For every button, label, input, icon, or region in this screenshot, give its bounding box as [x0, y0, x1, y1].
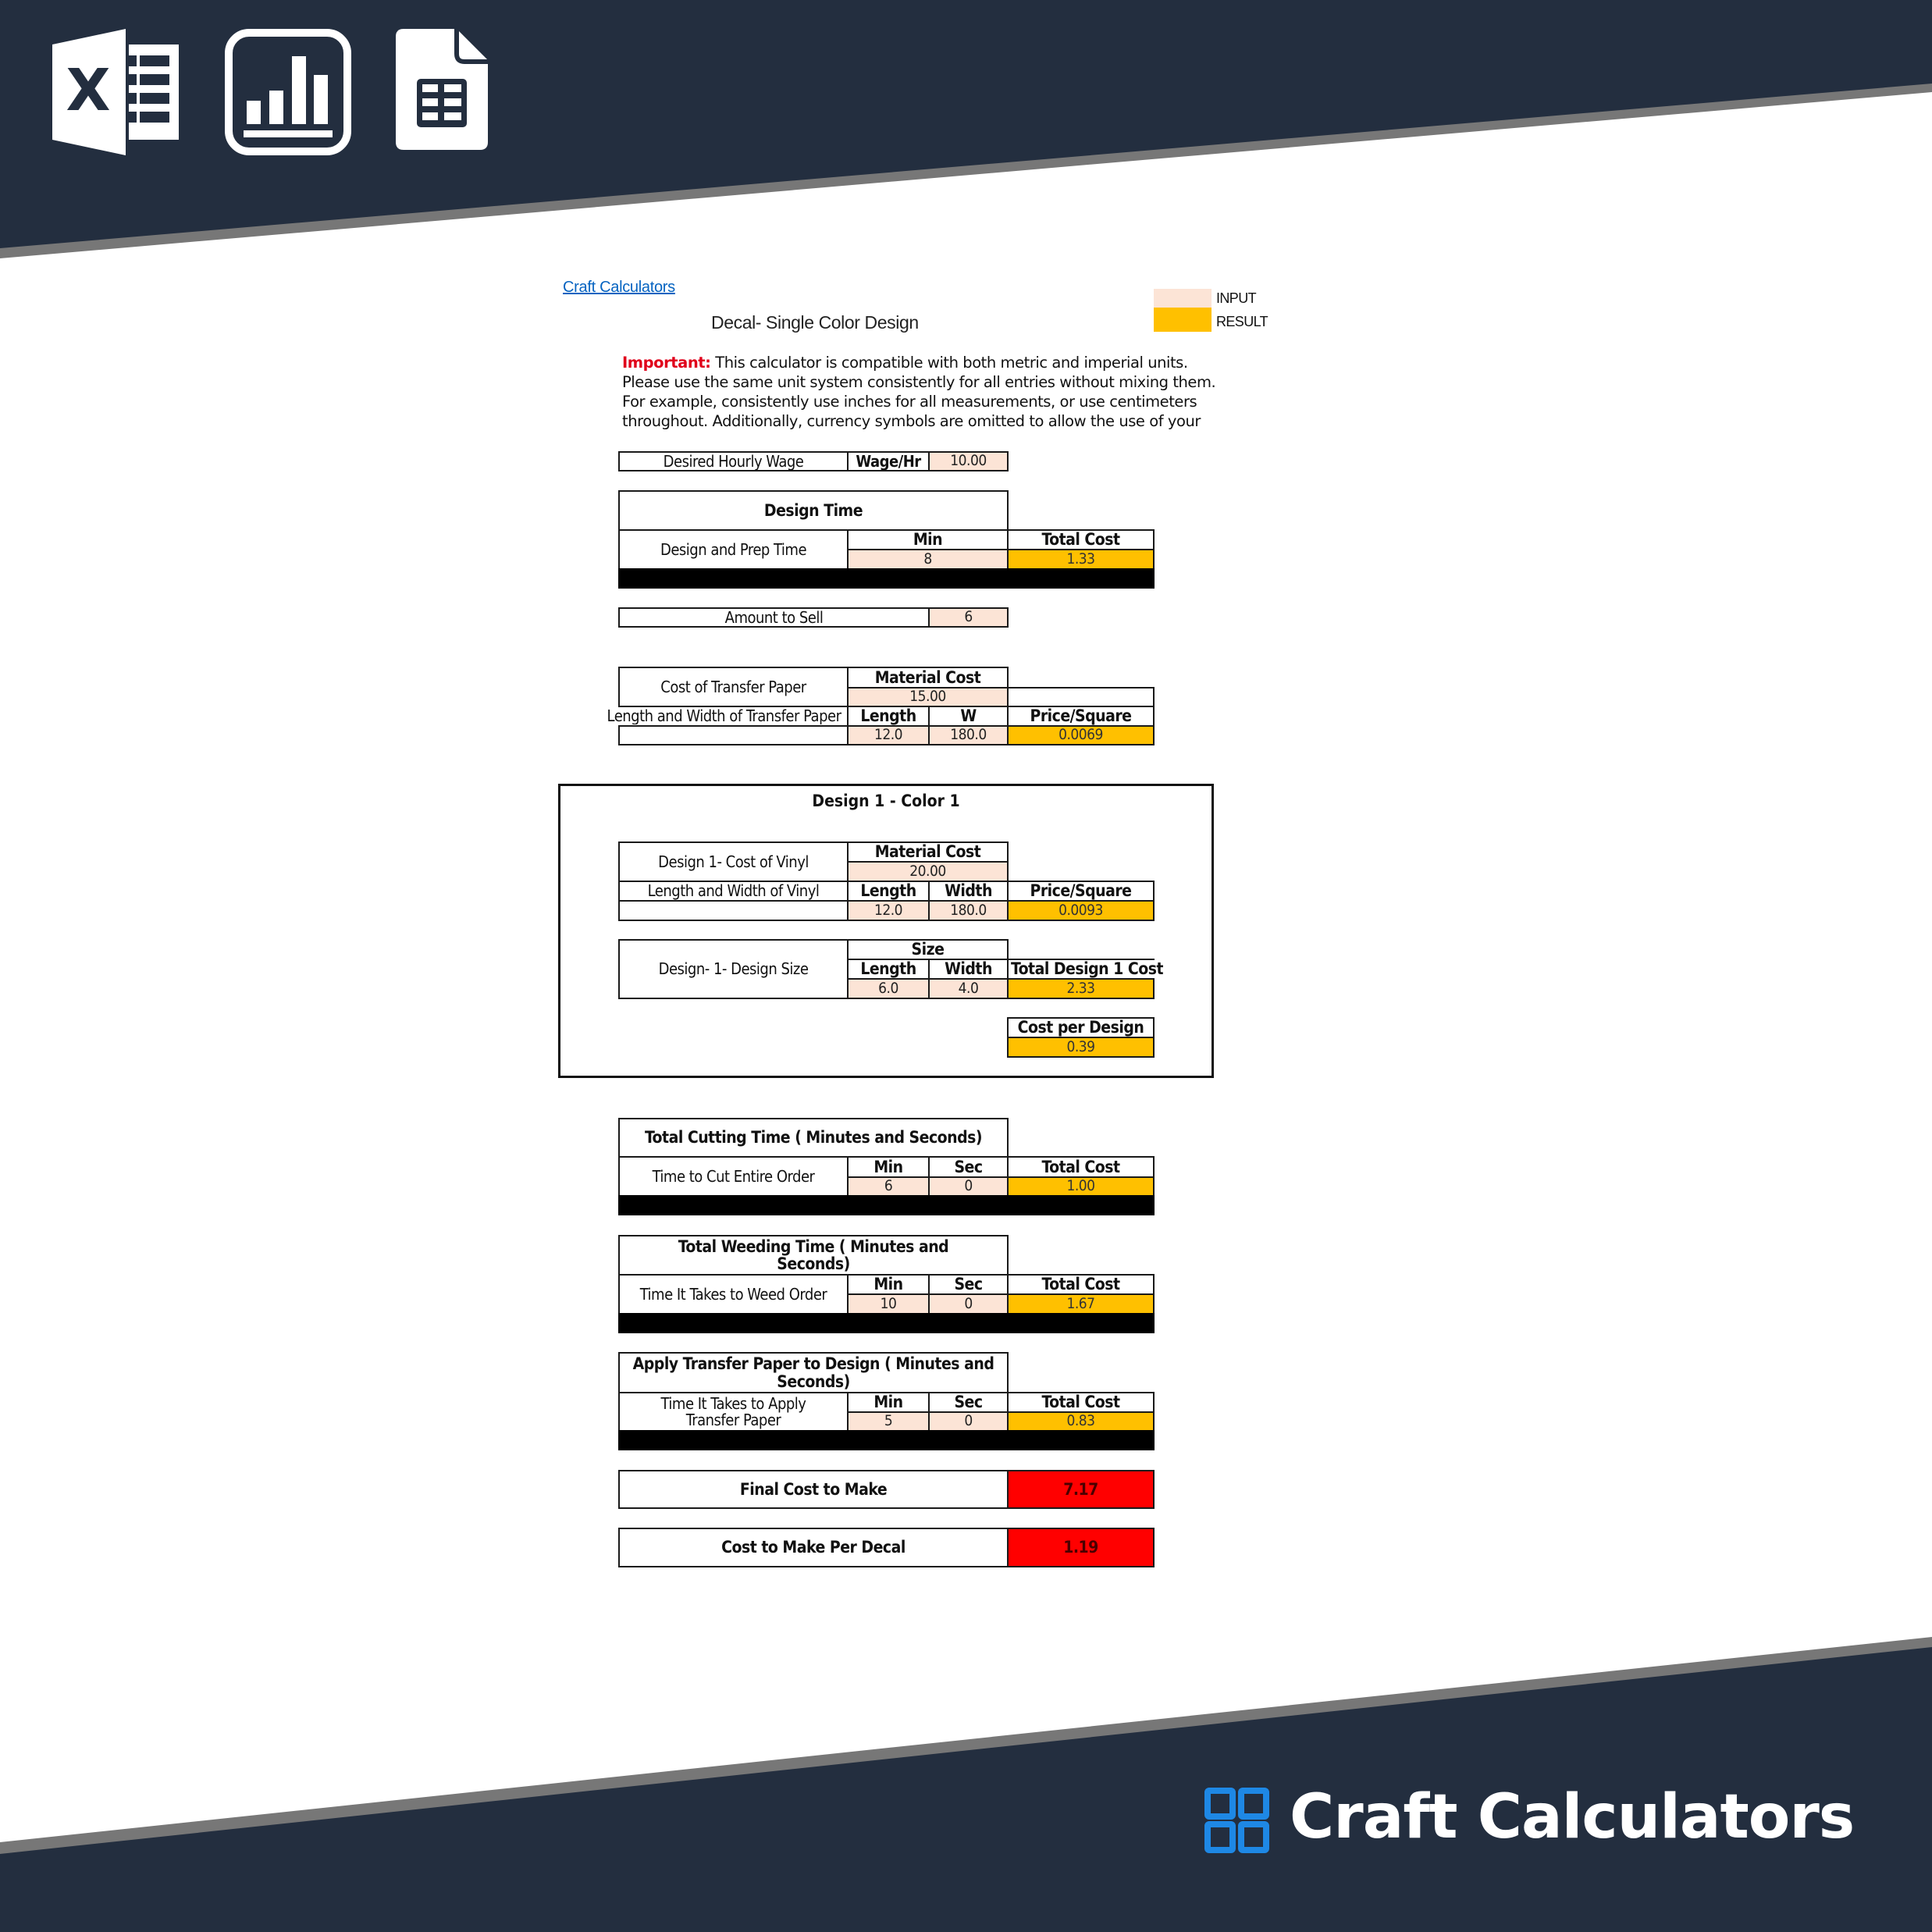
vinyl-material-cost-header: Material Cost — [847, 841, 1009, 863]
wage-input[interactable]: 10.00 — [928, 451, 1009, 471]
vinyl-length-input[interactable]: 12.0 — [847, 900, 930, 921]
apply-sec-header: Sec — [928, 1392, 1009, 1413]
weeding-time-title: Total Weeding Time ( Minutes and Seconds… — [618, 1235, 1009, 1276]
amount-to-sell-input[interactable]: 6 — [928, 607, 1009, 628]
transfer-price-per-square: 0.0069 — [1007, 725, 1155, 745]
vinyl-price-per-square: 0.0093 — [1007, 900, 1155, 921]
design-size-length-header: Length — [847, 959, 930, 980]
transfer-width-input[interactable]: 180.0 — [928, 725, 1009, 745]
transfer-length-header: Length — [847, 706, 930, 727]
important-label: Important: — [622, 354, 711, 372]
vinyl-cost-label: Design 1- Cost of Vinyl — [618, 841, 849, 882]
section-divider-bar — [618, 1313, 1155, 1333]
legend-result-label: RESULT — [1216, 314, 1268, 329]
svg-text:X: X — [66, 57, 110, 124]
vinyl-width-header: Width — [928, 881, 1009, 902]
transfer-paper-cost-label: Cost of Transfer Paper — [618, 667, 849, 707]
transfer-price-header: Price/Square — [1007, 706, 1155, 727]
apply-min-input[interactable]: 5 — [847, 1411, 930, 1432]
cutting-sec-input[interactable]: 0 — [928, 1176, 1009, 1197]
important-note: Important: This calculator is compatible… — [622, 353, 1216, 431]
design-time-total-cost: 1.33 — [1007, 549, 1155, 570]
weeding-min-input[interactable]: 10 — [847, 1293, 930, 1315]
section-divider-bar — [618, 1430, 1155, 1450]
section-divider-bar — [618, 1195, 1155, 1215]
vinyl-empty-label-cell — [618, 900, 849, 921]
transfer-empty-cell — [1007, 687, 1155, 707]
design-size-width-header: Width — [928, 959, 1009, 980]
google-sheets-icon — [396, 29, 488, 150]
important-line-3: For example, consistently use inches for… — [622, 393, 1197, 411]
cost-per-decal-label: Cost to Make Per Decal — [618, 1528, 1009, 1567]
important-line-4: throughout. Additionally, currency symbo… — [622, 412, 1201, 430]
footer-brand: Craft Calculators — [1290, 1782, 1855, 1852]
transfer-size-label: Length and Width of Transfer Paper — [601, 706, 849, 727]
transfer-material-cost-header: Material Cost — [847, 667, 1009, 688]
cost-per-design-header: Cost per Design — [1007, 1017, 1155, 1038]
design-prep-time-label: Design and Prep Time — [618, 529, 849, 570]
transfer-size-label-text: Length and Width of Transfer Paper — [607, 708, 841, 724]
cutting-total-cost: 1.00 — [1007, 1176, 1155, 1197]
legend-input-swatch — [1154, 289, 1212, 308]
design-size-header: Size — [847, 939, 1009, 960]
bar-chart-icon — [225, 29, 351, 155]
page-title: Decal- Single Color Design — [711, 312, 919, 333]
design-1-title: Design 1 - Color 1 — [812, 792, 960, 810]
design-time-min-input[interactable]: 8 — [847, 549, 1009, 570]
apply-total-cost: 0.83 — [1007, 1411, 1155, 1432]
design-size-length-input[interactable]: 6.0 — [847, 978, 930, 999]
important-line-1: This calculator is compatible with both … — [710, 354, 1188, 372]
cost-per-design: 0.39 — [1007, 1037, 1155, 1058]
legend-result-swatch — [1154, 308, 1212, 332]
apply-cost-header: Total Cost — [1007, 1392, 1155, 1413]
cost-per-decal-value: 1.19 — [1007, 1528, 1155, 1567]
apply-transfer-label: Time It Takes to Apply Transfer Paper — [618, 1392, 849, 1432]
legend-input-label: INPUT — [1216, 290, 1257, 306]
weeding-sec-input[interactable]: 0 — [928, 1293, 1009, 1315]
final-cost-label: Final Cost to Make — [618, 1470, 1009, 1509]
design-size-width-input[interactable]: 4.0 — [928, 978, 1009, 999]
excel-icon: X — [52, 29, 179, 155]
design-size-label: Design- 1- Design Size — [618, 939, 849, 999]
design-time-cost-header: Total Cost — [1007, 529, 1155, 550]
wage-label: Desired Hourly Wage — [618, 451, 849, 471]
transfer-material-cost-input[interactable]: 15.00 — [847, 687, 1009, 707]
amount-to-sell-label: Amount to Sell — [618, 607, 930, 628]
weeding-sec-header: Sec — [928, 1274, 1009, 1295]
craft-calculators-link[interactable]: Craft Calculators — [563, 279, 675, 297]
wage-unit-header: Wage/Hr — [847, 451, 930, 471]
final-cost-value: 7.17 — [1007, 1470, 1155, 1509]
cutting-time-label: Time to Cut Entire Order — [618, 1156, 849, 1197]
design-time-title: Design Time — [618, 490, 1009, 531]
design-time-min-header: Min — [847, 529, 1009, 550]
cutting-min-input[interactable]: 6 — [847, 1176, 930, 1197]
design-total-cost-header-text: Total Design 1 Cost — [1010, 960, 1163, 978]
vinyl-price-header: Price/Square — [1007, 881, 1155, 902]
cutting-time-title: Total Cutting Time ( Minutes and Seconds… — [618, 1118, 1009, 1158]
craft-calculators-logo-icon — [1204, 1788, 1269, 1853]
design-total-cost-header: Total Design 1 Cost — [1007, 959, 1163, 980]
vinyl-material-cost-input[interactable]: 20.00 — [847, 861, 1009, 882]
transfer-empty-label-cell — [618, 725, 849, 745]
design-total-cost: 2.33 — [1007, 978, 1155, 999]
cutting-sec-header: Sec — [928, 1156, 1009, 1178]
weeding-cost-header: Total Cost — [1007, 1274, 1155, 1295]
weeding-time-label: Time It Takes to Weed Order — [618, 1274, 849, 1315]
section-divider-bar — [618, 568, 1155, 589]
apply-min-header: Min — [847, 1392, 930, 1413]
cutting-cost-header: Total Cost — [1007, 1156, 1155, 1178]
cutting-min-header: Min — [847, 1156, 930, 1178]
apply-transfer-title: Apply Transfer Paper to Design ( Minutes… — [618, 1352, 1009, 1393]
vinyl-size-label: Length and Width of Vinyl — [618, 881, 849, 902]
weeding-min-header: Min — [847, 1274, 930, 1295]
vinyl-width-input[interactable]: 180.0 — [928, 900, 1009, 921]
important-line-2: Please use the same unit system consiste… — [622, 373, 1216, 391]
apply-sec-input[interactable]: 0 — [928, 1411, 1009, 1432]
transfer-width-header: W — [928, 706, 1009, 727]
weeding-total-cost: 1.67 — [1007, 1293, 1155, 1315]
vinyl-length-header: Length — [847, 881, 930, 902]
transfer-length-input[interactable]: 12.0 — [847, 725, 930, 745]
